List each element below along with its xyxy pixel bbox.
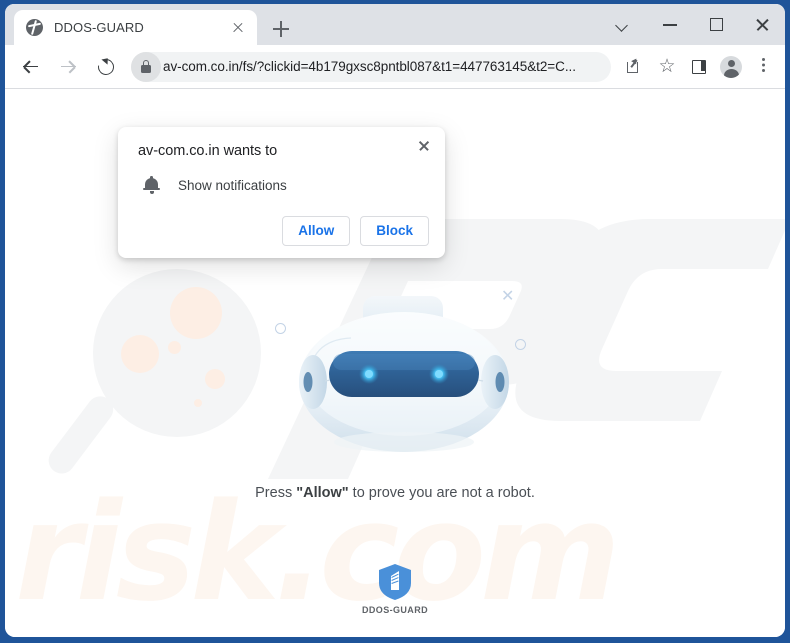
url-text: av-com.co.in/fs/?clickid=4b179gxsc8pntbl… <box>163 59 576 74</box>
brand-footer: DDOS-GUARD <box>5 563 785 615</box>
watermark-magnifier <box>43 269 285 509</box>
side-panel-icon[interactable] <box>685 53 713 81</box>
maximize-icon[interactable] <box>693 4 739 45</box>
permission-dialog: av-com.co.in wants to Show notifications… <box>118 127 445 258</box>
prompt-text: Press "Allow" to prove you are not a rob… <box>5 485 785 501</box>
prompt-emphasis: "Allow" <box>296 485 349 501</box>
allow-button[interactable]: Allow <box>282 216 351 246</box>
chevron-down-icon[interactable] <box>601 4 647 45</box>
profile-avatar-icon[interactable] <box>717 53 745 81</box>
page-content: risk.com ✕ Press "Allow" to prove you ar… <box>5 89 785 637</box>
browser-tab[interactable]: DDOS-GUARD <box>14 10 257 45</box>
tab-title: DDOS-GUARD <box>54 20 144 35</box>
lock-icon[interactable] <box>131 51 161 82</box>
block-button[interactable]: Block <box>360 216 429 246</box>
tab-strip: DDOS-GUARD <box>5 4 785 45</box>
deco-circle-right <box>515 339 526 350</box>
share-icon[interactable] <box>621 53 649 81</box>
reload-icon[interactable] <box>90 51 122 83</box>
permission-dialog-title: av-com.co.in wants to <box>138 143 278 159</box>
prompt-prefix: Press <box>255 485 297 501</box>
plus-icon[interactable] <box>267 15 295 43</box>
close-icon[interactable] <box>227 17 249 39</box>
shield-icon <box>379 564 411 600</box>
brand-name: DDOS-GUARD <box>362 605 428 615</box>
bookmark-star-icon[interactable]: ☆ <box>653 53 681 81</box>
arrow-right-icon <box>52 51 84 83</box>
deco-circle-left <box>275 323 286 334</box>
window-controls <box>601 4 785 45</box>
globe-icon <box>26 19 43 36</box>
bell-icon <box>143 176 160 194</box>
window-frame: DDOS-GUARD av-com.co.in/fs/?clickid=4b17… <box>0 0 790 643</box>
close-icon[interactable] <box>739 4 785 45</box>
prompt-suffix: to prove you are not a robot. <box>348 485 535 501</box>
robot-mascot <box>299 296 509 452</box>
arrow-left-icon[interactable] <box>14 51 46 83</box>
permission-label: Show notifications <box>178 177 287 193</box>
browser-toolbar: av-com.co.in/fs/?clickid=4b179gxsc8pntbl… <box>5 45 785 89</box>
close-icon[interactable] <box>411 133 437 159</box>
more-menu-icon[interactable] <box>749 53 777 81</box>
permission-row: Show notifications <box>138 176 429 194</box>
deco-cross-right: ✕ <box>501 288 515 305</box>
address-bar[interactable]: av-com.co.in/fs/?clickid=4b179gxsc8pntbl… <box>131 51 611 82</box>
permission-actions: Allow Block <box>138 216 429 246</box>
minimize-icon[interactable] <box>647 4 693 45</box>
browser-window: DDOS-GUARD av-com.co.in/fs/?clickid=4b17… <box>5 4 785 637</box>
